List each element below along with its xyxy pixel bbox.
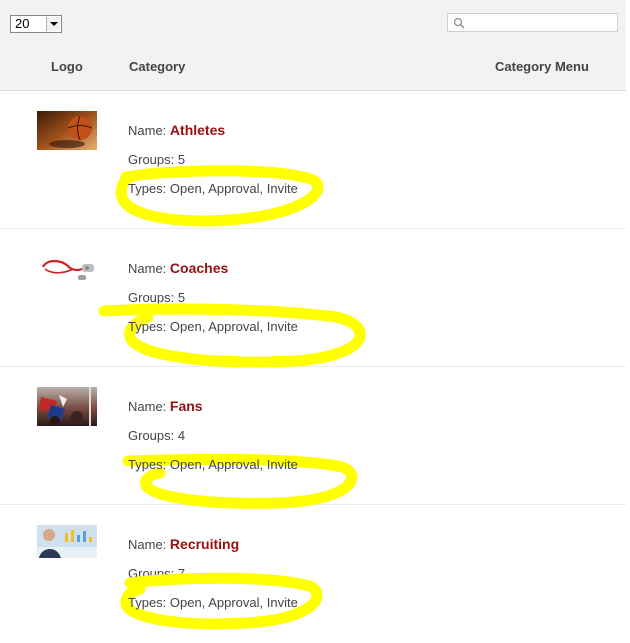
page-size-select[interactable]: 20 xyxy=(10,15,62,33)
category-name-link[interactable]: Coaches xyxy=(170,260,228,276)
types-list: Types: Open, Approval, Invite xyxy=(128,319,298,334)
highlight-mark xyxy=(115,165,324,227)
groups-count: Groups: 5 xyxy=(128,290,186,305)
fans-crowd-photo-icon xyxy=(37,387,97,426)
category-name-link[interactable]: Recruiting xyxy=(170,536,239,552)
column-header-category-menu[interactable]: Category Menu xyxy=(495,59,589,75)
types-list: Types: Open, Approval, Invite xyxy=(128,457,298,472)
table-row: Name: Recruiting Groups: 7 Types: Open, … xyxy=(0,505,626,643)
category-name-link[interactable]: Athletes xyxy=(170,122,225,138)
whistle-photo-icon xyxy=(37,249,97,288)
groups-count: Groups: 4 xyxy=(128,428,186,443)
chevron-down-icon[interactable] xyxy=(46,17,60,31)
types-list: Types: Open, Approval, Invite xyxy=(128,181,298,196)
table-row: Name: Fans Groups: 4 Types: Open, Approv… xyxy=(0,367,626,509)
highlight-mark xyxy=(98,303,366,368)
category-name-line: Name: Coaches xyxy=(128,260,228,277)
page-size-value: 20 xyxy=(15,16,30,31)
groups-count: Groups: 5 xyxy=(128,152,186,167)
search-input[interactable] xyxy=(468,15,613,30)
table-header: 20 Logo Category Category Menu xyxy=(0,0,626,91)
recruiter-photo-icon xyxy=(37,525,97,558)
category-name-line: Name: Fans xyxy=(128,398,203,415)
name-label: Name: xyxy=(128,261,167,276)
table-row: Name: Athletes Groups: 5 Types: Open, Ap… xyxy=(0,91,626,229)
groups-count: Groups: 7 xyxy=(128,566,186,581)
name-label: Name: xyxy=(128,123,167,138)
name-label: Name: xyxy=(128,537,167,552)
name-label: Name: xyxy=(128,399,167,414)
types-list: Types: Open, Approval, Invite xyxy=(128,595,298,610)
search-box[interactable] xyxy=(447,13,618,32)
column-header-category[interactable]: Category xyxy=(129,59,185,75)
basketball-photo-icon xyxy=(37,111,97,150)
category-name-line: Name: Athletes xyxy=(128,122,225,139)
column-header-logo[interactable]: Logo xyxy=(51,59,83,75)
search-icon xyxy=(453,17,465,29)
category-name-link[interactable]: Fans xyxy=(170,398,203,414)
table-row: Name: Coaches Groups: 5 Types: Open, App… xyxy=(0,229,626,368)
category-name-line: Name: Recruiting xyxy=(128,536,239,553)
